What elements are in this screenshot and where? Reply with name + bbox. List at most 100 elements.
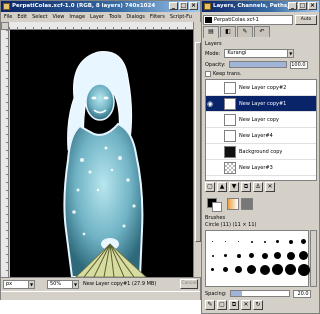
brush-preview[interactable] (271, 263, 284, 276)
anchor-layer-button[interactable]: ⚓ (253, 182, 263, 192)
cancel-button[interactable]: Cancel (180, 279, 198, 289)
chain-icon[interactable] (216, 132, 222, 140)
horizontal-ruler[interactable] (9, 22, 193, 30)
pattern-swatch[interactable] (241, 198, 253, 210)
menu-select[interactable]: Select (32, 14, 47, 20)
brush-action-button[interactable]: ✎ (205, 300, 215, 310)
brush-preview[interactable] (297, 263, 310, 276)
chain-icon[interactable] (216, 116, 222, 124)
brush-preview[interactable] (206, 263, 219, 276)
dock-titlebar[interactable]: Layers, Channels, Paths, Undo... _ □ × (202, 1, 319, 12)
brush-preview[interactable] (232, 263, 245, 276)
maximize-button[interactable]: □ (179, 2, 188, 10)
brush-preview[interactable] (284, 249, 297, 262)
brush-preview[interactable] (284, 263, 297, 276)
menu-script-fu[interactable]: Script-Fu (170, 14, 192, 20)
lower-layer-button[interactable]: ▼ (229, 182, 239, 192)
brush-preview[interactable] (271, 235, 284, 248)
chain-icon[interactable] (216, 164, 222, 172)
menu-file[interactable]: File (4, 14, 12, 20)
brush-dot (272, 264, 283, 275)
opacity-spinner[interactable]: 100.0 (289, 60, 308, 69)
menu-view[interactable]: View (53, 14, 65, 20)
eye-icon[interactable] (207, 116, 215, 124)
close-button[interactable]: × (189, 2, 198, 10)
chain-icon[interactable] (216, 100, 222, 108)
brush-action-button[interactable]: ✕ (241, 300, 251, 310)
brush-preview[interactable] (206, 249, 219, 262)
eye-icon[interactable] (207, 132, 215, 140)
auto-button[interactable]: Auto (295, 14, 317, 25)
brush-preview[interactable] (297, 235, 310, 248)
image-selector[interactable]: PerpatiColas.xcf-1 (203, 14, 293, 25)
vertical-scrollbar[interactable] (193, 22, 201, 277)
brush-action-button[interactable]: ⧉ (229, 300, 239, 310)
horizontal-scrollbar[interactable] (1, 291, 200, 300)
tab-paths[interactable]: ✎ (237, 26, 253, 37)
duplicate-layer-button[interactable]: ⧉ (241, 182, 251, 192)
menu-edit[interactable]: Edit (17, 14, 27, 20)
brush-preview[interactable] (284, 235, 297, 248)
brush-preview[interactable] (245, 235, 258, 248)
new-layer-button[interactable]: ▢ (205, 182, 215, 192)
dock-maximize-button[interactable]: □ (298, 2, 307, 10)
layer-row[interactable]: New Layer#4 (206, 128, 316, 144)
menu-image[interactable]: Image (69, 14, 85, 20)
chain-icon[interactable] (216, 84, 222, 92)
brush-action-button[interactable]: ▢ (217, 300, 227, 310)
minimize-button[interactable]: _ (169, 2, 178, 10)
menu-dialogs[interactable]: Dialogs (126, 14, 145, 20)
gradient-swatch[interactable] (227, 198, 239, 210)
brush-preview[interactable] (232, 249, 245, 262)
brush-preview[interactable] (245, 263, 258, 276)
ruler-corner[interactable] (1, 22, 9, 30)
menu-layer[interactable]: Layer (90, 14, 104, 20)
spacing-spinner[interactable]: 20.0 (292, 289, 311, 298)
eye-icon[interactable] (207, 164, 215, 172)
menu-tools[interactable]: Tools (109, 14, 121, 20)
eye-icon[interactable] (207, 84, 215, 92)
eye-icon[interactable]: ◉ (207, 100, 215, 108)
brush-preview[interactable] (219, 249, 232, 262)
tab-undo[interactable]: ↶ (254, 26, 270, 37)
eye-icon[interactable] (207, 148, 215, 156)
brush-preview[interactable] (258, 263, 271, 276)
tab-layers[interactable]: ▤ (203, 26, 219, 38)
layer-row[interactable]: ◉ New Layer copy#1 (206, 96, 316, 112)
brush-preview[interactable] (219, 235, 232, 248)
brush-preview[interactable] (297, 249, 310, 262)
brush-preview[interactable] (206, 235, 219, 248)
dock-minimize-button[interactable]: _ (288, 2, 297, 10)
delete-layer-button[interactable]: ✕ (265, 182, 275, 192)
brush-preview[interactable] (271, 249, 284, 262)
mode-select[interactable]: Kurangi ▼ (224, 49, 295, 58)
brush-preview[interactable] (258, 235, 271, 248)
spacing-slider[interactable] (229, 290, 290, 297)
opacity-slider[interactable] (228, 61, 287, 68)
layer-row[interactable]: New Layer copy#2 (206, 80, 316, 96)
brush-preview[interactable] (245, 249, 258, 262)
image-window: PerpatiColas.xcf-1.0 (RGB, 8 layers) 740… (0, 0, 201, 300)
zoom-select[interactable]: 50% ▼ (47, 280, 79, 289)
layer-row[interactable]: Background copy (206, 144, 316, 160)
brush-preview[interactable] (258, 249, 271, 262)
unit-select[interactable]: px ▼ (3, 280, 35, 289)
chain-icon[interactable] (216, 148, 222, 156)
brush-action-button[interactable]: ↻ (253, 300, 263, 310)
layer-row[interactable]: New Layer#3 (206, 160, 316, 176)
image-canvas[interactable] (10, 30, 193, 277)
brush-scrollbar[interactable] (310, 230, 317, 287)
background-color-swatch[interactable] (212, 202, 222, 212)
tab-channels[interactable]: ◧ (220, 26, 236, 37)
layer-thumbnail (224, 114, 236, 126)
menu-filters[interactable]: Filters (150, 14, 165, 20)
brush-preview[interactable] (219, 263, 232, 276)
raise-layer-button[interactable]: ▲ (217, 182, 227, 192)
dock-close-button[interactable]: × (308, 2, 317, 10)
keep-trans-checkbox[interactable] (205, 71, 211, 77)
layer-row[interactable]: New Layer copy (206, 112, 316, 128)
image-window-titlebar[interactable]: PerpatiColas.xcf-1.0 (RGB, 8 layers) 740… (1, 1, 200, 12)
vertical-ruler[interactable] (1, 30, 9, 277)
brush-preview[interactable] (232, 235, 245, 248)
opacity-label: Opacity: (205, 61, 226, 68)
